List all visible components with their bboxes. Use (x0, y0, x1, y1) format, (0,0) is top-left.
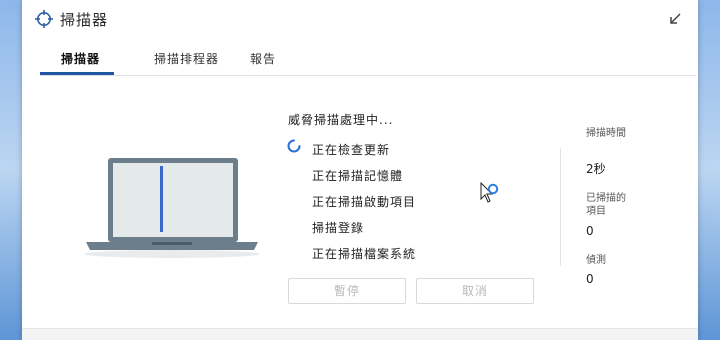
desktop-background-right (698, 0, 720, 340)
tab-bar: 掃描器 掃描排程器 報告 (40, 38, 696, 76)
desktop-background-left (0, 0, 22, 340)
detections-label: 偵測 (586, 255, 606, 266)
busy-cursor-icon (480, 182, 499, 203)
arrow-collapse-icon[interactable] (666, 10, 684, 28)
scan-step-startup: 正在掃描啟動項目 (312, 195, 417, 209)
tab-scanner[interactable]: 掃描器 (61, 50, 100, 67)
detections-value: 0 (586, 272, 594, 286)
scan-step-check-updates: 正在檢查更新 (312, 143, 391, 157)
tab-reports[interactable]: 報告 (250, 50, 276, 67)
crosshair-icon (35, 10, 53, 28)
scan-time-value: 2秒 (586, 162, 606, 176)
scan-step-registry: 掃描登錄 (312, 221, 365, 235)
laptop-scan-illustration (84, 158, 260, 258)
tab-scan-scheduler[interactable]: 掃描排程器 (154, 50, 219, 67)
title-bar: 掃描器 (22, 0, 698, 38)
window-title: 掃描器 (60, 11, 109, 29)
scan-step-memory: 正在掃描記憶體 (312, 169, 404, 183)
loading-spinner-icon (287, 139, 301, 153)
active-tab-indicator (40, 72, 114, 75)
cancel-button[interactable]: 取消 (416, 278, 534, 304)
stats-divider (560, 148, 561, 266)
scanned-items-label: 已掃描的項目 (586, 193, 626, 217)
scan-time-label: 掃描時間 (586, 128, 626, 139)
scan-status-title: 威脅掃描處理中... (288, 113, 394, 127)
scanned-items-value: 0 (586, 224, 594, 238)
window-footer (22, 328, 698, 340)
scanner-window: 掃描器 掃描器 掃描排程器 報告 威脅掃描處理中... 正在檢查更新 正在掃描記… (22, 0, 698, 340)
pause-button[interactable]: 暫停 (288, 278, 406, 304)
scan-step-file-system: 正在掃描檔案系統 (312, 247, 417, 261)
